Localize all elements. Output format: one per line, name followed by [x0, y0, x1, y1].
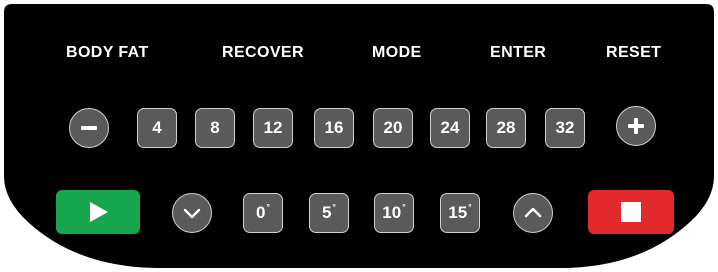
- chevron-up-icon: [524, 207, 542, 218]
- incline-key-10[interactable]: 10 °: [374, 193, 414, 233]
- label-body-fat: BODY FAT: [66, 44, 149, 61]
- degree-symbol: °: [266, 202, 271, 212]
- start-button[interactable]: [56, 190, 140, 234]
- label-mode: MODE: [372, 44, 422, 61]
- speed-key-24[interactable]: 24: [430, 108, 470, 148]
- incline-key-15-value: 15: [448, 203, 468, 222]
- speed-key-8[interactable]: 8: [195, 108, 235, 148]
- speed-key-12[interactable]: 12: [253, 108, 293, 148]
- treadmill-console-panel: BODY FAT RECOVER MODE ENTER RESET 4 8 12…: [0, 0, 718, 272]
- incline-key-5[interactable]: 5 °: [309, 193, 349, 233]
- speed-decrease-button[interactable]: [69, 108, 109, 148]
- incline-down-button[interactable]: [172, 193, 212, 233]
- incline-key-15[interactable]: 15 °: [440, 193, 480, 233]
- incline-up-button[interactable]: [513, 193, 553, 233]
- degree-symbol: °: [402, 202, 406, 212]
- incline-key-5-value: 5: [321, 203, 332, 222]
- speed-key-28[interactable]: 28: [486, 108, 526, 148]
- play-icon: [90, 202, 108, 222]
- stop-button[interactable]: [588, 190, 674, 234]
- chevron-down-icon: [183, 208, 201, 219]
- degree-symbol: °: [468, 202, 472, 212]
- label-recover: RECOVER: [222, 44, 304, 61]
- label-enter: ENTER: [490, 44, 547, 61]
- minus-icon: [81, 126, 97, 130]
- speed-key-32[interactable]: 32: [545, 108, 585, 148]
- incline-key-10-value: 10: [382, 203, 402, 222]
- speed-increase-button[interactable]: [616, 106, 656, 146]
- plus-icon: [628, 118, 644, 134]
- speed-key-4[interactable]: 4: [137, 108, 177, 148]
- speed-key-16[interactable]: 16: [314, 108, 354, 148]
- incline-key-0-value: 0: [255, 203, 266, 222]
- incline-key-0[interactable]: 0 °: [243, 193, 283, 233]
- speed-key-20[interactable]: 20: [373, 108, 413, 148]
- label-reset: RESET: [606, 44, 662, 61]
- stop-icon: [621, 202, 641, 222]
- degree-symbol: °: [332, 202, 337, 212]
